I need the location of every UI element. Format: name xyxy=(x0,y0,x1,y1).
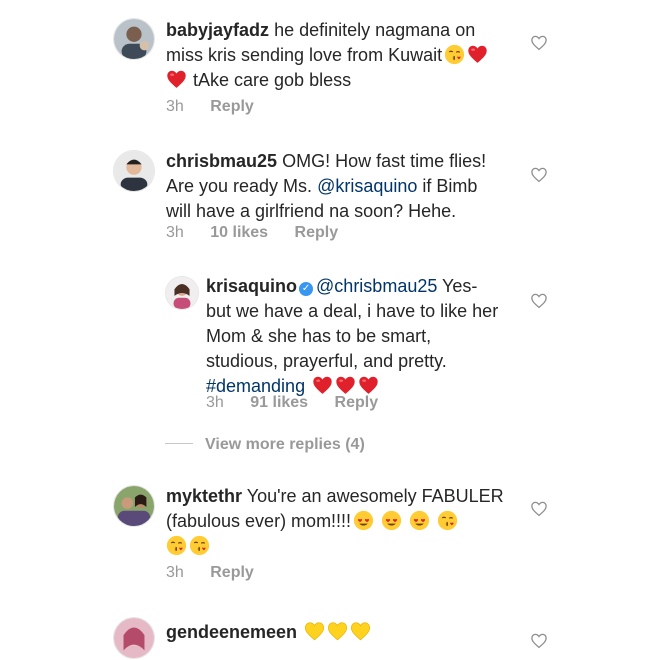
comment-meta: 3h Reply xyxy=(166,98,276,116)
timestamp: 3h xyxy=(166,98,184,115)
kiss-emoji xyxy=(189,535,210,556)
heart-eyes-emoji xyxy=(409,510,430,531)
heart-outline-icon[interactable] xyxy=(530,292,548,310)
comment-meta: 3h 10 likes Reply xyxy=(166,224,360,242)
comment-text: gendeenemeen xyxy=(166,620,526,645)
timestamp: 3h xyxy=(206,394,224,411)
heart-outline-icon[interactable] xyxy=(530,166,548,184)
mention-link[interactable]: @chrisbmau25 xyxy=(316,276,437,296)
timestamp: 3h xyxy=(166,564,184,581)
red-heart-emoji xyxy=(312,375,333,396)
divider xyxy=(165,443,193,444)
avatar[interactable] xyxy=(165,276,199,310)
reply-button[interactable]: Reply xyxy=(335,394,379,411)
red-heart-emoji xyxy=(358,375,379,396)
yellow-heart-emoji xyxy=(304,621,325,642)
username[interactable]: babyjayfadz xyxy=(166,20,269,40)
red-heart-emoji xyxy=(335,375,356,396)
username[interactable]: myktethr xyxy=(166,486,242,506)
likes-count[interactable]: 91 likes xyxy=(250,394,308,411)
reply-button[interactable]: Reply xyxy=(210,564,254,581)
verified-badge-icon: ✓ xyxy=(299,282,314,296)
heart-outline-icon[interactable] xyxy=(530,500,548,518)
comment-text: babyjayfadz he definitely nagmana on mis… xyxy=(166,18,526,93)
view-more-replies-button[interactable]: View more replies (4) xyxy=(165,436,365,454)
kiss-emoji xyxy=(437,510,458,531)
timestamp: 3h xyxy=(166,224,184,241)
red-heart-emoji xyxy=(467,44,488,65)
comment-meta: 3h 91 likes Reply xyxy=(206,394,400,412)
avatar[interactable] xyxy=(113,18,155,60)
comment-text: chrisbmau25 OMG! How fast time flies! Ar… xyxy=(166,151,487,221)
username[interactable]: krisaquino xyxy=(206,276,297,296)
kiss-emoji xyxy=(166,535,187,556)
heart-eyes-emoji xyxy=(353,510,374,531)
comment-text: myktethr You're an awesomely FABULER (fa… xyxy=(166,484,526,559)
mention-link[interactable]: @krisaquino xyxy=(317,176,417,196)
yellow-heart-emoji xyxy=(327,621,348,642)
heart-outline-icon[interactable] xyxy=(530,34,548,52)
hashtag-link[interactable]: #demanding xyxy=(206,376,305,396)
reply-button[interactable]: Reply xyxy=(295,224,339,241)
heart-eyes-emoji xyxy=(381,510,402,531)
username[interactable]: gendeenemeen xyxy=(166,622,297,642)
heart-outline-icon[interactable] xyxy=(530,632,548,650)
avatar[interactable] xyxy=(113,617,155,659)
username[interactable]: chrisbmau25 xyxy=(166,151,277,171)
likes-count[interactable]: 10 likes xyxy=(210,224,268,241)
avatar[interactable] xyxy=(113,485,155,527)
reply-button[interactable]: Reply xyxy=(210,98,254,115)
avatar[interactable] xyxy=(113,150,155,192)
red-heart-emoji xyxy=(166,69,187,90)
yellow-heart-emoji xyxy=(350,621,371,642)
kiss-emoji xyxy=(444,44,465,65)
comment-meta: 3h Reply xyxy=(166,564,276,582)
comment-text: krisaquino ✓ @chrisbmau25 Yes- but we have… xyxy=(206,276,499,396)
